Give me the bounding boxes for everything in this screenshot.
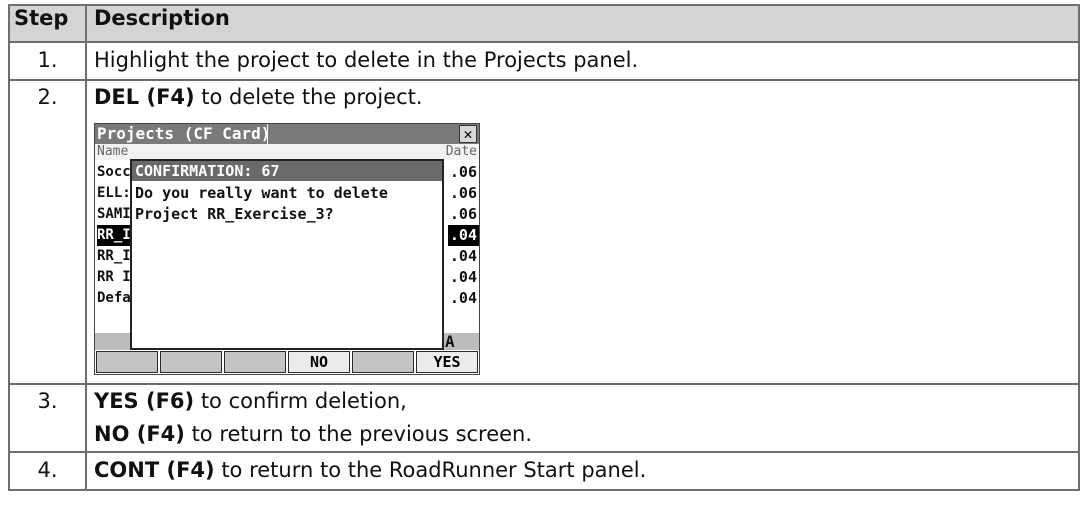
step-description: CONT (F4) to return to the RoadRunner St… — [85, 451, 1080, 491]
column-name-label: Name — [97, 144, 129, 159]
description-text: Highlight the project to delete in the P… — [94, 48, 639, 72]
window-title: Projects (CF Card) — [97, 124, 271, 143]
table-row: 1. Highlight the project to delete in th… — [8, 41, 1080, 81]
confirmation-dialog: CONFIRMATION: 67 Do you really want to d… — [130, 159, 444, 350]
key-label: YES (F6) — [94, 389, 195, 413]
window-titlebar: Projects (CF Card) ✕ — [95, 124, 479, 144]
step-column-header: Step — [8, 4, 87, 43]
key-label: CONT (F4) — [94, 458, 215, 482]
no-button[interactable]: NO — [288, 351, 350, 373]
step-description: YES (F6) to confirm deletion, NO (F4) to… — [85, 383, 1080, 453]
description-text: to return to the RoadRunner Start panel. — [214, 458, 647, 482]
step-number: 1. — [8, 41, 87, 81]
step-number: 3. — [8, 383, 87, 453]
f1-key[interactable] — [96, 351, 158, 373]
table-row: 2. DEL (F4) to delete the project. Proje… — [8, 79, 1080, 385]
close-icon[interactable]: ✕ — [459, 125, 477, 143]
dialog-title: CONFIRMATION: 67 — [132, 161, 442, 181]
f5-key[interactable] — [352, 351, 414, 373]
key-label: NO (F4) — [94, 422, 185, 446]
table-header-row: Step Description — [8, 4, 1080, 43]
step-number: 2. — [8, 79, 87, 385]
column-date-label: Date — [445, 144, 477, 159]
f3-key[interactable] — [224, 351, 286, 373]
step-description: DEL (F4) to delete the project. Projects… — [85, 79, 1080, 385]
dialog-message-line: Project RR_Exercise_3? — [135, 205, 334, 223]
dialog-message-line: Do you really want to delete — [135, 184, 388, 202]
key-label: DEL (F4) — [94, 85, 195, 109]
description-text: to return to the previous screen. — [184, 422, 533, 446]
page-indicator: A — [445, 332, 455, 351]
step-number: 4. — [8, 451, 87, 491]
f2-key[interactable] — [160, 351, 222, 373]
description-text: to confirm deletion, — [194, 389, 407, 413]
description-text: to delete the project. — [194, 85, 423, 109]
function-key-bar: NO YES — [95, 351, 479, 373]
dialog-message: Do you really want to delete Project RR_… — [132, 181, 442, 227]
steps-table: Step Description 1. Highlight the projec… — [8, 4, 1080, 491]
device-screenshot: Projects (CF Card) ✕ Name Date Socc .06 E… — [94, 123, 480, 375]
project-list-header: Name Date — [95, 144, 479, 160]
table-row: 3. YES (F6) to confirm deletion, NO (F4)… — [8, 383, 1080, 453]
description-column-header: Description — [85, 4, 1080, 43]
yes-button[interactable]: YES — [416, 351, 478, 373]
step-description: Highlight the project to delete in the P… — [85, 41, 1080, 81]
table-row: 4. CONT (F4) to return to the RoadRunner… — [8, 451, 1080, 491]
